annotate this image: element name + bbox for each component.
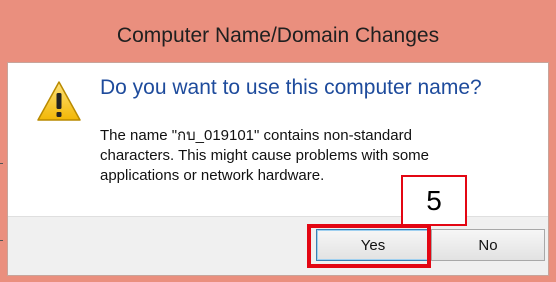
warning-icon — [37, 81, 81, 121]
dialog-client-area: Do you want to use this computer name? T… — [7, 62, 549, 276]
window-title: Computer Name/Domain Changes — [116, 24, 440, 47]
title-bar[interactable]: Computer Name/Domain Changes — [0, 0, 556, 60]
content-line: characters. This might cause problems wi… — [100, 147, 430, 164]
main-instruction: Do you want to use this computer name? — [100, 76, 482, 99]
content-line: The name "กบ_019101" contains non-standa… — [100, 127, 412, 144]
dialog-window: Computer Name/Domain Changes Do you want… — [0, 0, 556, 282]
yes-button-highlight — [307, 224, 431, 268]
no-button[interactable]: No — [431, 229, 545, 261]
button-footer: Yes No — [8, 216, 548, 275]
step-number-badge: 5 — [401, 175, 467, 226]
edge-mark — [0, 240, 3, 241]
edge-mark — [0, 163, 3, 164]
